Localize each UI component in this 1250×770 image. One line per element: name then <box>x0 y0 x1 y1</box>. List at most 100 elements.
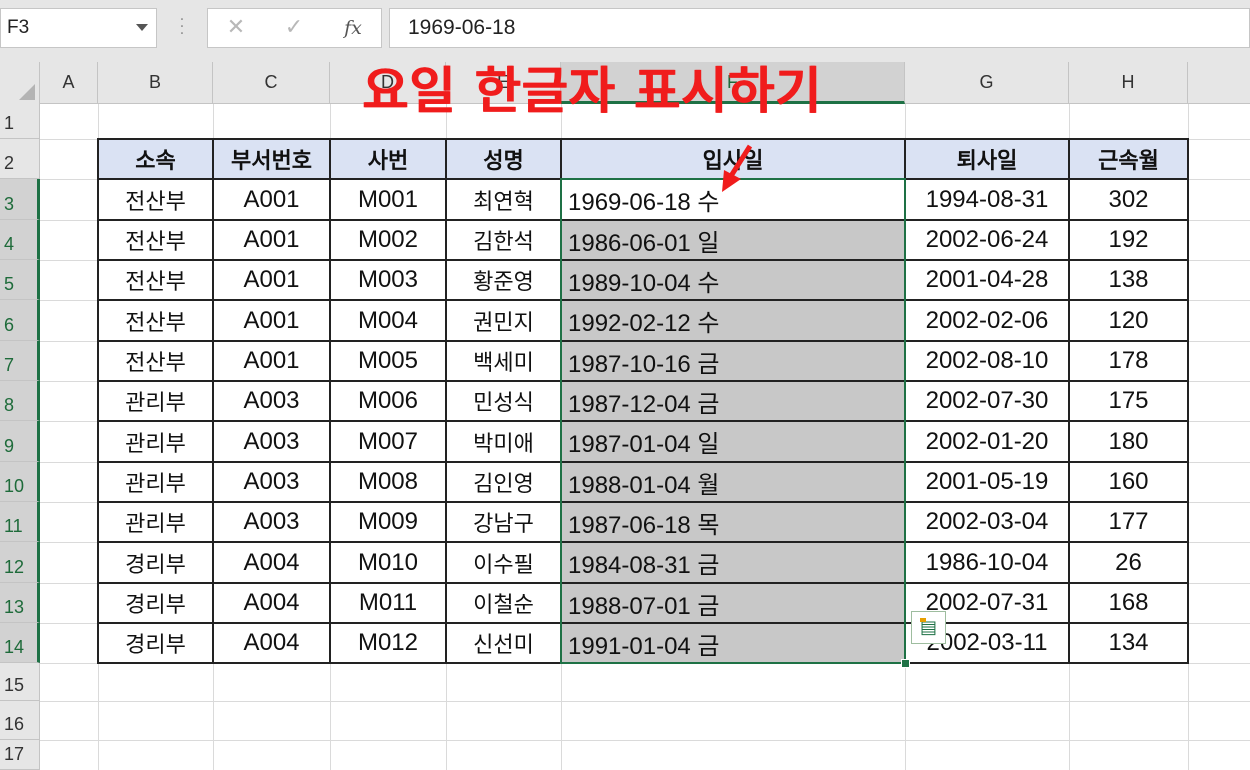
table-cell[interactable]: 권민지 <box>446 300 561 341</box>
row-header-16[interactable]: 16 <box>0 701 40 740</box>
table-cell[interactable]: 경리부 <box>98 542 213 583</box>
table-cell[interactable]: 178 <box>1069 341 1188 381</box>
row-header-11[interactable]: 11 <box>0 502 40 542</box>
table-cell[interactable]: 최연혁 <box>446 179 561 220</box>
row-header-6[interactable]: 6 <box>0 300 40 341</box>
table-header-cell[interactable]: 부서번호 <box>213 139 330 179</box>
table-cell[interactable]: 2001-04-28 <box>905 260 1069 300</box>
hire-date-cell[interactable]: 1991-01-04 금 <box>561 623 905 663</box>
formula-input[interactable]: 1969-06-18 <box>389 8 1250 48</box>
table-cell[interactable]: 김인영 <box>446 462 561 502</box>
table-cell[interactable]: 1986-10-04 <box>905 542 1069 583</box>
table-cell[interactable]: 2002-01-20 <box>905 421 1069 462</box>
hire-date-cell[interactable]: 1987-12-04 금 <box>561 381 905 421</box>
table-cell[interactable]: M008 <box>330 462 446 502</box>
insert-function-icon[interactable]: fx <box>333 9 373 47</box>
table-header-cell[interactable]: 사번 <box>330 139 446 179</box>
table-cell[interactable]: M001 <box>330 179 446 220</box>
table-cell[interactable]: 192 <box>1069 220 1188 260</box>
hire-date-cell[interactable]: 1969-06-18 수 <box>561 179 905 220</box>
row-header-10[interactable]: 10 <box>0 462 40 502</box>
table-cell[interactable]: M009 <box>330 502 446 542</box>
table-cell[interactable]: 2002-08-10 <box>905 341 1069 381</box>
table-cell[interactable]: A004 <box>213 542 330 583</box>
table-cell[interactable]: 160 <box>1069 462 1188 502</box>
table-cell[interactable]: A003 <box>213 381 330 421</box>
table-cell[interactable]: 경리부 <box>98 583 213 623</box>
row-header-4[interactable]: 4 <box>0 220 40 260</box>
table-cell[interactable]: A001 <box>213 300 330 341</box>
table-cell[interactable]: 관리부 <box>98 502 213 542</box>
table-cell[interactable]: 관리부 <box>98 462 213 502</box>
worksheet-grid[interactable]: ABCDEFGH 1 2 3 4 5 6 7 8 9 10 11 12 13 14 15 16 17 소속 부서번… <box>0 62 1250 770</box>
table-cell[interactable]: 302 <box>1069 179 1188 220</box>
row-header-14[interactable]: 14 <box>0 623 40 663</box>
table-cell[interactable]: 2002-03-04 <box>905 502 1069 542</box>
row-header-9[interactable]: 9 <box>0 421 40 462</box>
hire-date-cell[interactable]: 1988-07-01 금 <box>561 583 905 623</box>
table-cell[interactable]: M003 <box>330 260 446 300</box>
row-header-8[interactable]: 8 <box>0 381 40 421</box>
table-cell[interactable]: M012 <box>330 623 446 663</box>
table-header-cell[interactable]: 성명 <box>446 139 561 179</box>
table-cell[interactable]: A001 <box>213 341 330 381</box>
table-cell[interactable]: 2002-06-24 <box>905 220 1069 260</box>
table-cell[interactable]: 김한석 <box>446 220 561 260</box>
table-cell[interactable]: M006 <box>330 381 446 421</box>
table-cell[interactable]: 강남구 <box>446 502 561 542</box>
table-cell[interactable]: M007 <box>330 421 446 462</box>
quick-analysis-button[interactable]: ▤ <box>911 611 946 644</box>
select-all-button[interactable] <box>0 62 40 104</box>
table-cell[interactable]: 백세미 <box>446 341 561 381</box>
table-cell[interactable]: 이수필 <box>446 542 561 583</box>
hire-date-cell[interactable]: 1987-06-18 목 <box>561 502 905 542</box>
table-cell[interactable]: 이철순 <box>446 583 561 623</box>
table-cell[interactable]: A003 <box>213 502 330 542</box>
table-cell[interactable]: 177 <box>1069 502 1188 542</box>
column-header-g[interactable]: G <box>905 62 1069 104</box>
hire-date-cell[interactable]: 1987-10-16 금 <box>561 341 905 381</box>
table-cell[interactable]: 120 <box>1069 300 1188 341</box>
table-cell[interactable]: 전산부 <box>98 179 213 220</box>
table-cell[interactable]: 민성식 <box>446 381 561 421</box>
hire-date-cell[interactable]: 1989-10-04 수 <box>561 260 905 300</box>
row-header-7[interactable]: 7 <box>0 341 40 381</box>
table-cell[interactable]: 전산부 <box>98 260 213 300</box>
row-header-15[interactable]: 15 <box>0 663 40 701</box>
table-cell[interactable]: 경리부 <box>98 623 213 663</box>
table-header-cell[interactable]: 소속 <box>98 139 213 179</box>
table-cell[interactable]: 관리부 <box>98 381 213 421</box>
name-box[interactable]: F3 <box>0 8 157 48</box>
hire-date-cell[interactable]: 1988-01-04 월 <box>561 462 905 502</box>
column-header-a[interactable]: A <box>40 62 98 104</box>
table-cell[interactable]: A004 <box>213 623 330 663</box>
table-cell[interactable]: 2001-05-19 <box>905 462 1069 502</box>
row-header-2[interactable]: 2 <box>0 139 40 179</box>
table-cell[interactable]: 138 <box>1069 260 1188 300</box>
table-cell[interactable]: 전산부 <box>98 220 213 260</box>
table-header-cell[interactable]: 근속월 <box>1069 139 1188 179</box>
table-cell[interactable]: 신선미 <box>446 623 561 663</box>
table-cell[interactable]: M010 <box>330 542 446 583</box>
fill-handle[interactable] <box>901 659 910 668</box>
table-cell[interactable]: M004 <box>330 300 446 341</box>
column-header-b[interactable]: B <box>98 62 213 104</box>
hire-date-cell[interactable]: 1984-08-31 금 <box>561 542 905 583</box>
row-header-12[interactable]: 12 <box>0 542 40 583</box>
table-cell[interactable]: M011 <box>330 583 446 623</box>
table-cell[interactable]: M002 <box>330 220 446 260</box>
table-cell[interactable]: 175 <box>1069 381 1188 421</box>
hire-date-cell[interactable]: 1986-06-01 일 <box>561 220 905 260</box>
table-cell[interactable]: 전산부 <box>98 341 213 381</box>
table-cell[interactable]: 168 <box>1069 583 1188 623</box>
table-cell[interactable]: A003 <box>213 462 330 502</box>
table-cell[interactable]: A001 <box>213 179 330 220</box>
table-cell[interactable]: A004 <box>213 583 330 623</box>
row-header-3[interactable]: 3 <box>0 179 40 220</box>
table-cell[interactable]: 1994-08-31 <box>905 179 1069 220</box>
table-cell[interactable]: 134 <box>1069 623 1188 663</box>
table-cell[interactable]: M005 <box>330 341 446 381</box>
chevron-down-icon[interactable] <box>136 24 148 31</box>
cancel-icon[interactable]: ✕ <box>216 9 256 47</box>
column-header-c[interactable]: C <box>213 62 330 104</box>
